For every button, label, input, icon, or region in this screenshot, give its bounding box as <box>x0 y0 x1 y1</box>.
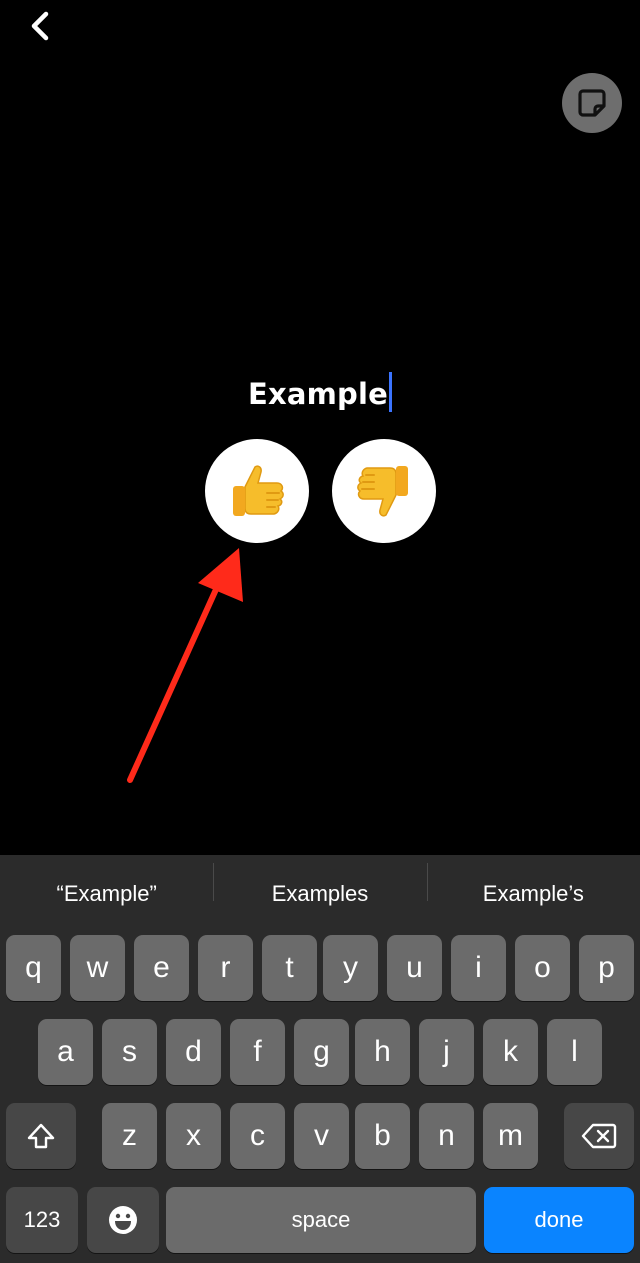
key-j[interactable]: j <box>419 1019 474 1085</box>
thumbs-down-button[interactable] <box>332 439 436 543</box>
key-y[interactable]: y <box>323 935 378 1001</box>
key-f[interactable]: f <box>230 1019 285 1085</box>
key-q[interactable]: q <box>6 935 61 1001</box>
key-w[interactable]: w <box>70 935 125 1001</box>
suggestion-2[interactable]: Examples <box>213 863 426 907</box>
numbers-key[interactable]: 123 <box>6 1187 78 1253</box>
sticker-icon <box>578 89 606 117</box>
back-button[interactable] <box>22 8 58 44</box>
keyboard: “Example” Examples Example’s q w e r t y… <box>0 855 640 1263</box>
done-key[interactable]: done <box>484 1187 634 1253</box>
thumbs-down-icon <box>357 466 408 517</box>
chevron-left-icon <box>31 11 49 41</box>
poll-title-container: Example <box>0 372 640 412</box>
thumbs-up-button[interactable] <box>205 439 309 543</box>
shift-key[interactable] <box>6 1103 76 1169</box>
text-cursor <box>389 372 393 412</box>
key-c[interactable]: c <box>230 1103 285 1169</box>
key-v[interactable]: v <box>294 1103 349 1169</box>
key-n[interactable]: n <box>419 1103 474 1169</box>
annotation-arrow <box>127 548 243 783</box>
key-b[interactable]: b <box>355 1103 410 1169</box>
key-l[interactable]: l <box>547 1019 602 1085</box>
poll-title-input[interactable]: Example <box>247 372 393 412</box>
key-d[interactable]: d <box>166 1019 221 1085</box>
suggestion-3[interactable]: Example’s <box>426 863 640 907</box>
key-o[interactable]: o <box>515 935 570 1001</box>
key-m[interactable]: m <box>483 1103 538 1169</box>
key-g[interactable]: g <box>294 1019 349 1085</box>
space-key[interactable]: space <box>166 1187 476 1253</box>
emoji-icon <box>109 1206 137 1234</box>
sticker-button[interactable] <box>562 73 622 133</box>
key-i[interactable]: i <box>451 935 506 1001</box>
key-s[interactable]: s <box>102 1019 157 1085</box>
thumbs-up-icon <box>233 465 284 516</box>
delete-key[interactable] <box>564 1103 634 1169</box>
key-a[interactable]: a <box>38 1019 93 1085</box>
key-h[interactable]: h <box>355 1019 410 1085</box>
suggestion-bar: “Example” Examples Example’s <box>0 855 640 933</box>
key-x[interactable]: x <box>166 1103 221 1169</box>
key-r[interactable]: r <box>198 935 253 1001</box>
emoji-key[interactable] <box>87 1187 159 1253</box>
poll-title-text: Example <box>247 377 389 411</box>
shift-icon <box>27 1123 55 1149</box>
backspace-icon <box>581 1123 617 1149</box>
key-t[interactable]: t <box>262 935 317 1001</box>
suggestion-1[interactable]: “Example” <box>0 881 213 907</box>
key-z[interactable]: z <box>102 1103 157 1169</box>
key-u[interactable]: u <box>387 935 442 1001</box>
key-p[interactable]: p <box>579 935 634 1001</box>
key-e[interactable]: e <box>134 935 189 1001</box>
key-k[interactable]: k <box>483 1019 538 1085</box>
